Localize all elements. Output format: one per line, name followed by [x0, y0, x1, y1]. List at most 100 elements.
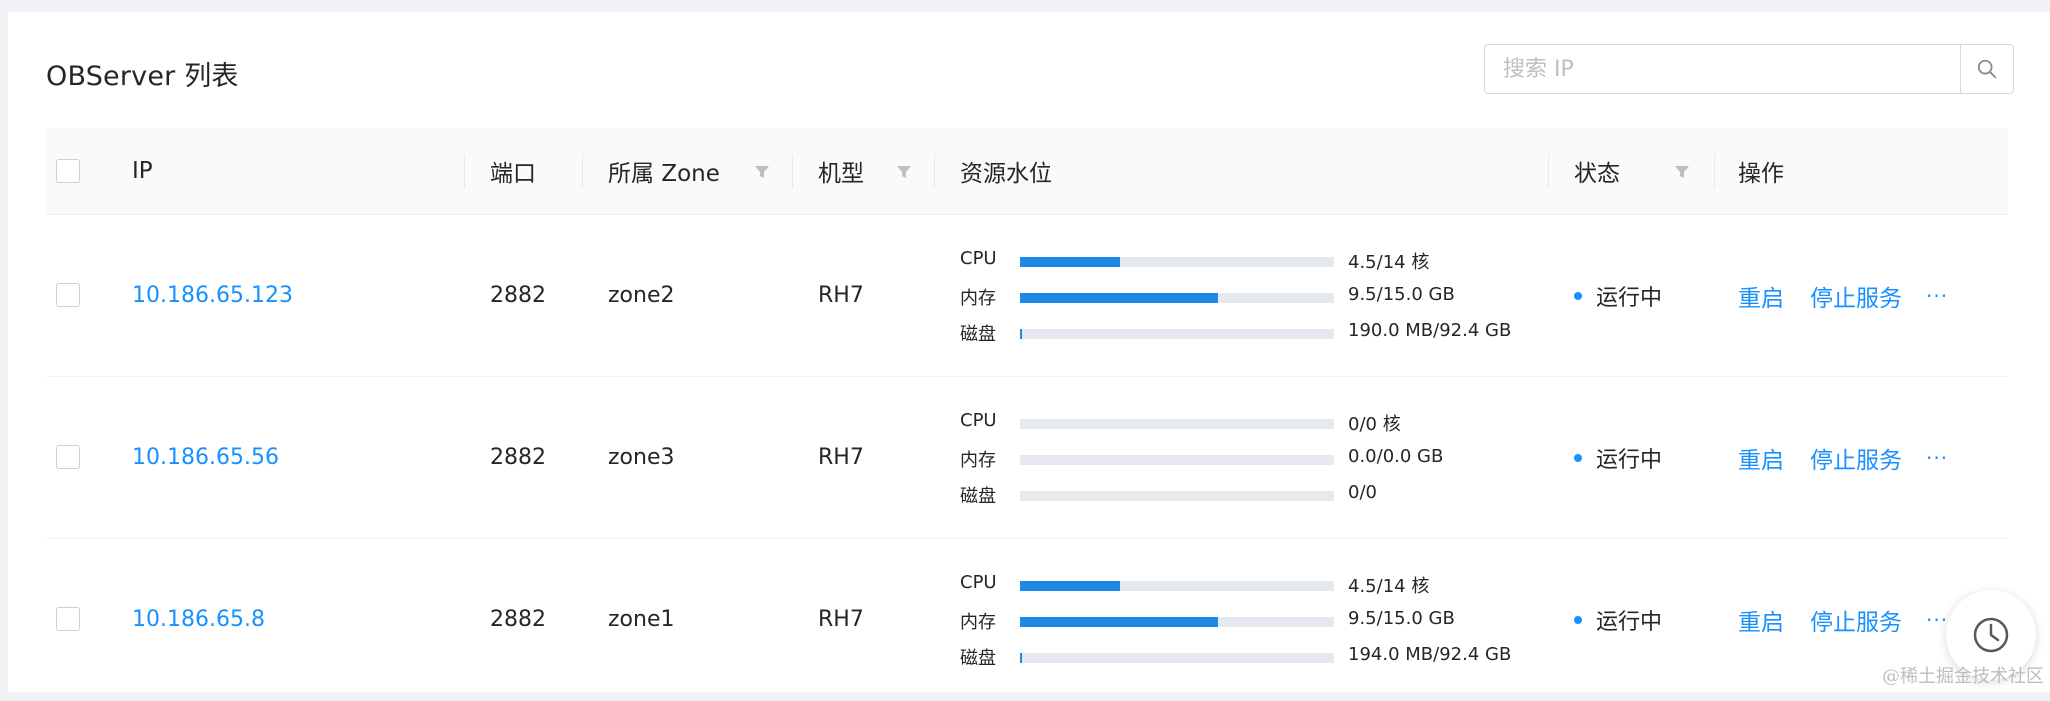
watermark: @稀土掘金技术社区 [1882, 666, 2044, 687]
status-text: 运行中 [1596, 447, 1663, 473]
cpu-usage: CPU 4.5/14 核 [960, 243, 1520, 279]
column-header-actions: 操作 [1714, 128, 1914, 214]
memory-bar-fill [1020, 293, 1218, 303]
stop-service-button-label[interactable]: 停止服务 [1810, 279, 1902, 313]
cpu-label: CPU [960, 572, 997, 593]
status-cell: 运行中 [1574, 215, 1662, 376]
column-header-zone: 所属 Zone [582, 128, 782, 214]
table-row: 10.186.65.8 2882 zone1 RH7 CPU 4.5/14 核 … [46, 539, 2008, 701]
cpu-label: CPU [960, 248, 997, 269]
disk-label: 磁盘 [960, 486, 996, 507]
zone-cell: zone3 [608, 445, 675, 470]
more-icon[interactable]: ··· [1926, 446, 1948, 470]
cpu-value: 0/0 核 [1348, 414, 1401, 435]
disk-usage: 磁盘 0/0 [960, 477, 1520, 513]
status-text: 运行中 [1596, 609, 1663, 635]
column-header-resource: 资源水位 [934, 128, 1434, 214]
cpu-usage: CPU 4.5/14 核 [960, 567, 1520, 603]
cpu-value: 4.5/14 核 [1348, 576, 1430, 597]
search-button[interactable] [1960, 45, 2013, 93]
ip-link-text[interactable]: 10.186.65.123 [132, 283, 293, 308]
more-actions-button[interactable]: ··· [1926, 377, 1948, 538]
stop-service-button[interactable]: 停止服务 [1810, 215, 1902, 376]
table-row: 10.186.65.56 2882 zone3 RH7 CPU 0/0 核 内存… [46, 377, 2008, 539]
row-checkbox[interactable] [56, 607, 80, 631]
status-cell: 运行中 [1574, 539, 1662, 700]
cpu-bar-track [1020, 257, 1334, 267]
disk-value: 0/0 [1348, 482, 1377, 503]
stop-service-button[interactable]: 停止服务 [1810, 377, 1902, 538]
status-text: 运行中 [1596, 285, 1663, 311]
memory-usage: 内存 0.0/0.0 GB [960, 441, 1520, 477]
column-separator [1714, 154, 1715, 188]
resource-usage: CPU 4.5/14 核 内存 9.5/15.0 GB 磁盘 190.0 MB/… [960, 243, 1520, 351]
disk-label: 磁盘 [960, 648, 996, 669]
restart-button[interactable]: 重启 [1738, 377, 1784, 538]
column-header-ip-label: IP [132, 158, 153, 184]
memory-bar-track [1020, 455, 1334, 465]
column-header-resource-label: 资源水位 [960, 161, 1052, 187]
resource-usage: CPU 4.5/14 核 内存 9.5/15.0 GB 磁盘 194.0 MB/… [960, 567, 1520, 675]
status-dot [1574, 453, 1582, 462]
select-all-checkbox[interactable] [56, 159, 80, 183]
disk-bar-track [1020, 329, 1334, 339]
ip-link[interactable]: 10.186.65.8 [132, 539, 265, 700]
disk-bar-track [1020, 491, 1334, 501]
disk-value: 194.0 MB/92.4 GB [1348, 644, 1512, 665]
more-icon[interactable]: ··· [1926, 608, 1948, 632]
filter-icon[interactable] [1674, 164, 1690, 180]
ip-link[interactable]: 10.186.65.123 [132, 215, 293, 376]
cpu-bar-fill [1020, 257, 1121, 267]
restart-button-label[interactable]: 重启 [1738, 441, 1784, 475]
ip-link-text[interactable]: 10.186.65.56 [132, 445, 279, 470]
resource-usage: CPU 0/0 核 内存 0.0/0.0 GB 磁盘 0/0 [960, 405, 1520, 513]
memory-label: 内存 [960, 288, 996, 309]
port-cell: 2882 [490, 445, 546, 470]
more-actions-button[interactable]: ··· [1926, 215, 1948, 376]
page-title: OBServer 列表 [46, 61, 239, 92]
disk-bar-fill [1020, 653, 1022, 663]
port-cell: 2882 [490, 607, 546, 632]
cpu-bar-track [1020, 581, 1334, 591]
column-header-status-label: 状态 [1574, 161, 1620, 187]
cpu-value: 4.5/14 核 [1348, 252, 1430, 273]
model-cell: RH7 [818, 445, 864, 470]
restart-button-label[interactable]: 重启 [1738, 279, 1784, 313]
filter-icon[interactable] [896, 164, 912, 180]
memory-label: 内存 [960, 612, 996, 633]
column-header-ip: IP [132, 128, 153, 214]
column-separator [1548, 154, 1549, 188]
restart-button[interactable]: 重启 [1738, 539, 1784, 700]
memory-value: 9.5/15.0 GB [1348, 284, 1455, 305]
memory-value: 9.5/15.0 GB [1348, 608, 1455, 629]
row-checkbox[interactable] [56, 283, 80, 307]
memory-label: 内存 [960, 450, 996, 471]
zone-cell: zone1 [608, 607, 675, 632]
filter-icon[interactable] [754, 164, 770, 180]
cpu-bar-fill [1020, 581, 1121, 591]
search-input[interactable] [1485, 45, 1960, 93]
column-header-actions-label: 操作 [1738, 161, 1784, 187]
row-checkbox[interactable] [56, 445, 80, 469]
column-separator [582, 154, 583, 188]
memory-bar-fill [1020, 617, 1218, 627]
ip-link-text[interactable]: 10.186.65.8 [132, 607, 265, 632]
search-icon [1977, 59, 1997, 79]
more-icon[interactable]: ··· [1926, 284, 1948, 308]
restart-button[interactable]: 重启 [1738, 215, 1784, 376]
column-separator [934, 154, 935, 188]
search-box [1484, 44, 2014, 94]
column-header-port-label: 端口 [490, 161, 536, 187]
memory-bar-track [1020, 293, 1334, 303]
status-dot [1574, 615, 1582, 624]
stop-service-button-label[interactable]: 停止服务 [1810, 603, 1902, 637]
restart-button-label[interactable]: 重启 [1738, 603, 1784, 637]
column-header-model-label: 机型 [818, 161, 864, 187]
column-separator [464, 154, 465, 188]
ip-link[interactable]: 10.186.65.56 [132, 377, 279, 538]
stop-service-button-label[interactable]: 停止服务 [1810, 441, 1902, 475]
memory-usage: 内存 9.5/15.0 GB [960, 279, 1520, 315]
cpu-label: CPU [960, 410, 997, 431]
model-cell: RH7 [818, 283, 864, 308]
observer-table: IP 端口 所属 Zone 机型 资源水位 状态 操作 10.186.65.12… [46, 128, 2008, 701]
